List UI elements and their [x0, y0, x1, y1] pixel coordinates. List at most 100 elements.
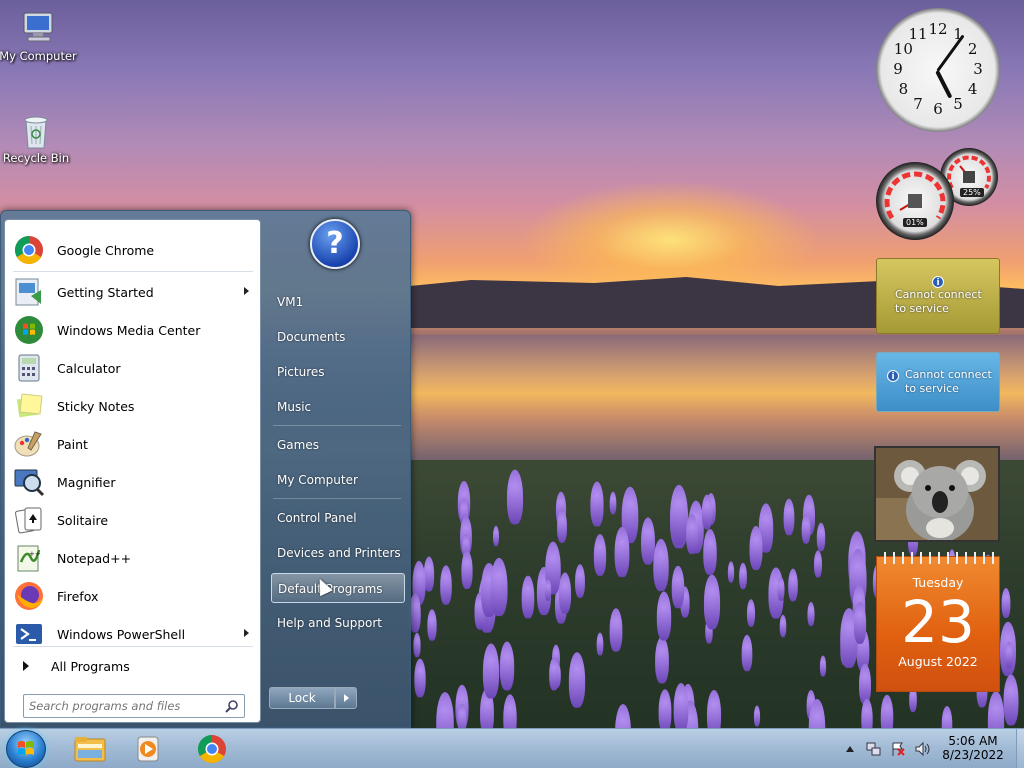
wallpaper-flower	[703, 574, 721, 630]
start-link-documents[interactable]: Documents	[271, 322, 405, 352]
media-center-icon	[13, 314, 45, 346]
wallpaper-flower	[819, 655, 827, 677]
media-player-icon	[137, 736, 159, 762]
separator	[273, 425, 401, 426]
weather-message-line1: Cannot connect	[895, 288, 982, 301]
calendar-month-year: August 2022	[898, 654, 978, 669]
wallpaper-flower	[727, 561, 735, 583]
submenu-arrow-icon[interactable]	[244, 629, 249, 637]
getting-started-icon	[13, 276, 45, 308]
start-menu: Google Chrome Getting Started Windows Medi…	[0, 210, 411, 728]
program-label: Calculator	[57, 360, 121, 376]
program-item-firefox[interactable]: Firefox	[9, 578, 257, 614]
programs-pane: Google Chrome Getting Started Windows Medi…	[4, 219, 261, 723]
clock-number: 6	[933, 100, 943, 118]
wallpaper-flower	[656, 591, 672, 641]
start-link-games[interactable]: Games	[271, 430, 405, 460]
wallpaper-flower	[746, 599, 756, 627]
submenu-arrow-icon[interactable]	[244, 287, 249, 295]
start-link-control-panel[interactable]: Control Panel	[271, 503, 405, 533]
calendar-gadget[interactable]: Tuesday 23 August 2022	[876, 552, 1000, 692]
program-label: Sticky Notes	[57, 398, 135, 414]
info-icon: i	[932, 276, 944, 288]
program-item-chrome[interactable]: Google Chrome	[9, 232, 257, 268]
wallpaper-flower	[440, 565, 452, 605]
start-link-vm1[interactable]: VM1	[271, 287, 405, 317]
program-item-getting-started[interactable]: Getting Started	[9, 274, 257, 310]
magnifier-icon	[13, 466, 45, 498]
wallpaper-flower	[575, 564, 585, 598]
start-link-help-and-support[interactable]: Help and Support	[271, 608, 405, 638]
all-programs-button[interactable]: All Programs	[9, 652, 257, 680]
wallpaper-flower	[671, 565, 685, 609]
desktop-icon-my-computer[interactable]: My Computer	[0, 10, 78, 63]
program-item-calculator[interactable]: Calculator	[9, 350, 257, 386]
program-label: Windows Media Center	[57, 322, 201, 338]
show-desktop-button[interactable]	[1016, 729, 1024, 768]
wallpaper-flower	[741, 634, 753, 672]
wallpaper-flower	[482, 643, 500, 699]
wallpaper-flower	[853, 602, 867, 644]
clock-gadget[interactable]: 12 1 2 3 4 5 6 7 8 9 10 11	[876, 8, 1000, 132]
svg-text:++: ++	[29, 550, 41, 558]
program-item-sticky-notes[interactable]: Sticky Notes	[9, 388, 257, 424]
wallpaper-flower	[615, 704, 631, 728]
search-input[interactable]	[24, 696, 225, 716]
weather-gadget[interactable]: i Cannot connect to service	[876, 258, 1000, 334]
program-item-solitaire[interactable]: Solitaire	[9, 502, 257, 538]
desktop-icon-label: Recycle Bin	[2, 151, 70, 165]
wallpaper-flower	[816, 522, 826, 552]
program-item-magnifier[interactable]: Magnifier	[9, 464, 257, 500]
taskbar-chrome-button[interactable]	[186, 732, 238, 766]
program-item-notepad-plus[interactable]: ++ Notepad++	[9, 540, 257, 576]
lock-button[interactable]: Lock	[269, 687, 335, 709]
slideshow-gadget[interactable]	[874, 446, 1000, 542]
program-label: Solitaire	[57, 512, 109, 528]
chevron-right-icon	[23, 661, 29, 671]
taskbar-media-player-button[interactable]	[122, 732, 174, 766]
wallpaper-flower	[413, 632, 421, 658]
desktop-icon-recycle-bin[interactable]: Recycle Bin	[0, 112, 76, 165]
program-item-paint[interactable]: Paint	[9, 426, 257, 462]
start-link-devices-and-printers[interactable]: Devices and Printers	[271, 538, 405, 568]
start-link-pictures[interactable]: Pictures	[271, 357, 405, 387]
wallpaper-flower	[614, 526, 630, 578]
taskbar: 5:06 AM 8/23/2022	[0, 728, 1024, 768]
action-center-icon[interactable]	[890, 741, 906, 757]
taskbar-explorer-button[interactable]	[64, 732, 116, 766]
wallpaper-flower	[1001, 588, 1011, 618]
wallpaper-flower	[590, 481, 604, 527]
start-link-my-computer[interactable]: My Computer	[271, 465, 405, 495]
program-item-media-center[interactable]: Windows Media Center	[9, 312, 257, 348]
wallpaper-flower	[941, 705, 953, 728]
wallpaper-flower	[503, 694, 517, 728]
taskbar-clock[interactable]: 5:06 AM 8/23/2022	[930, 732, 1016, 766]
chrome-icon	[13, 234, 45, 266]
taskbar-time: 5:06 AM	[948, 734, 998, 748]
wallpaper-flower	[706, 690, 722, 728]
wallpaper-flower	[801, 514, 811, 544]
show-hidden-icons-icon[interactable]	[846, 746, 854, 752]
clock-number: 8	[898, 80, 909, 98]
wallpaper-flower	[593, 534, 607, 576]
network-icon[interactable]	[866, 741, 882, 757]
calculator-icon	[13, 352, 45, 384]
start-button[interactable]	[6, 730, 46, 768]
wallpaper-flower	[499, 641, 515, 691]
wallpaper-flower	[493, 525, 499, 547]
search-box[interactable]	[23, 694, 245, 718]
cpu-meter-gadget[interactable]: 25% 01%	[876, 148, 1000, 242]
system-tray	[846, 729, 932, 768]
cpu-percent: 01%	[903, 218, 927, 227]
wallpaper-flower	[777, 577, 785, 601]
program-label: Paint	[57, 436, 88, 452]
search-icon[interactable]	[225, 699, 239, 713]
shutdown-options-button[interactable]	[335, 687, 357, 709]
start-link-default-programs[interactable]: Default Programs	[271, 573, 405, 603]
wallpaper-flower	[753, 705, 761, 727]
wallpaper-flower	[749, 525, 763, 571]
feed-headlines-gadget[interactable]: i Cannot connect to service	[876, 352, 1000, 412]
wallpaper-flower	[739, 562, 747, 590]
start-link-music[interactable]: Music	[271, 392, 405, 422]
program-label: Notepad++	[57, 550, 132, 566]
